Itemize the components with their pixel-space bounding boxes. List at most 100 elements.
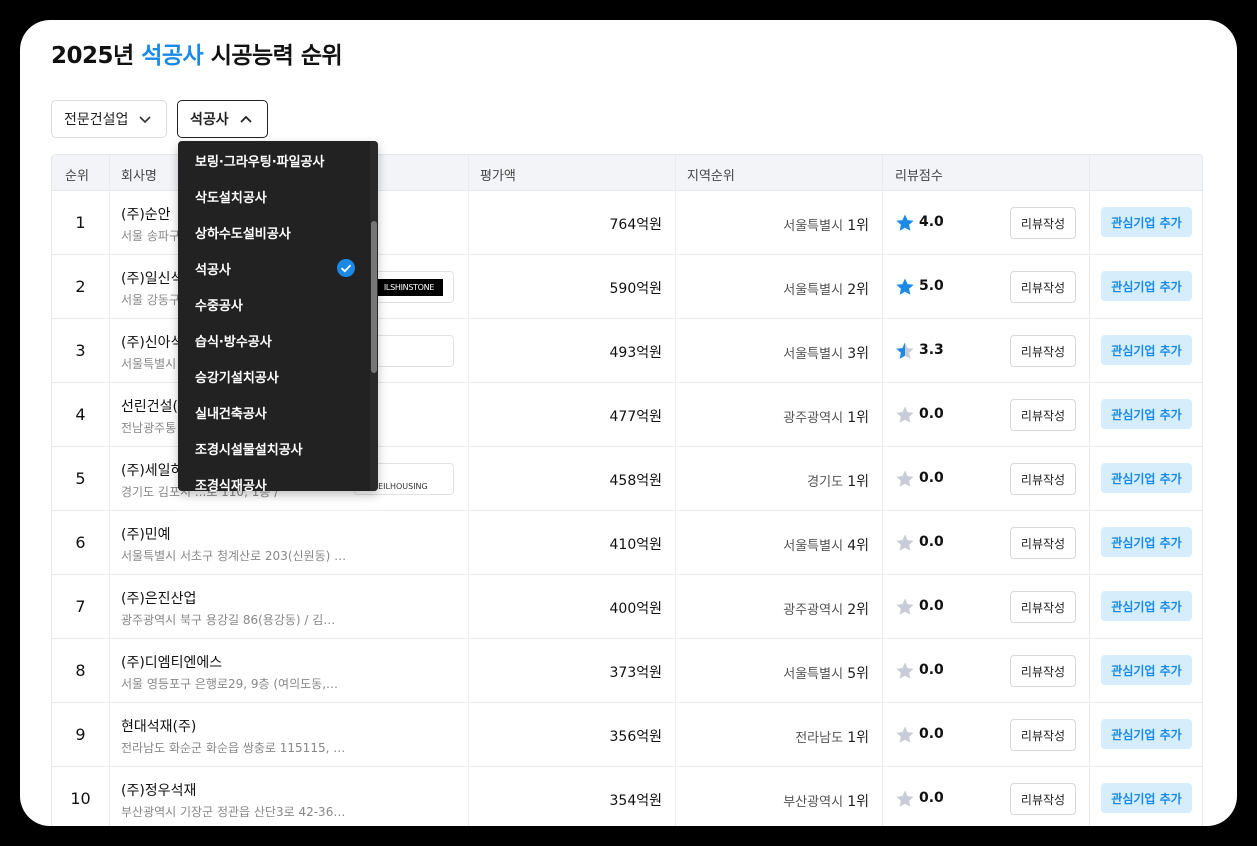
add-favorite-button[interactable]: 관심기업 추가	[1101, 527, 1192, 557]
region-name: 서울특별시	[783, 347, 844, 362]
column-divider	[1089, 155, 1090, 826]
dropdown-option-label: 상하수도설비공사	[195, 226, 291, 242]
evaluation-amount: 458억원	[609, 473, 662, 489]
rank-number: 3	[75, 341, 86, 360]
dropdown-option[interactable]: 수중공사	[178, 286, 368, 322]
logo-text: ILSHINSTONE	[375, 279, 443, 296]
header-amount: 평가액	[480, 169, 516, 184]
add-favorite-button[interactable]: 관심기업 추가	[1101, 655, 1192, 685]
evaluation-amount: 356억원	[609, 729, 662, 745]
dropdown-option-label: 삭도설치공사	[195, 190, 267, 206]
header-region-rank: 지역순위	[687, 169, 735, 184]
company-address: 서울특별시 서초구 청계산로 203(신원동) …	[121, 549, 347, 563]
region-rank: 서울특별시 5위	[783, 663, 869, 683]
table-row[interactable]: 7 (주)은진산업 광주광역시 북구 용강길 86(용강동) / 김… 400억…	[52, 575, 1202, 639]
dropdown-option[interactable]: 보링·그라우팅·파일공사	[178, 142, 368, 178]
review-score: 0.0	[919, 790, 944, 806]
write-review-button[interactable]: 리뷰작성	[1010, 527, 1076, 559]
app-window: 2025년 석공사 시공능력 순위 전문건설업 석공사 순위 회사명 평가액 지…	[20, 20, 1237, 826]
company-name[interactable]: (주)일신석	[121, 268, 183, 288]
add-favorite-button[interactable]: 관심기업 추가	[1101, 399, 1192, 429]
company-address: 전라남도 화순군 화순읍 쌍충로 115115, …	[121, 741, 346, 755]
company-name[interactable]: 선린건설(	[121, 396, 178, 416]
write-review-button[interactable]: 리뷰작성	[1010, 463, 1076, 495]
company-name[interactable]: (주)디엠티엔에스	[121, 652, 222, 672]
rank-number: 4	[75, 405, 86, 424]
write-review-button[interactable]: 리뷰작성	[1010, 783, 1076, 815]
dropdown-scrollbar[interactable]	[370, 141, 378, 491]
company-name[interactable]: (주)민예	[121, 524, 171, 544]
region-rank-value: 1위	[847, 410, 869, 426]
star-icon	[896, 470, 914, 487]
company-name[interactable]: (주)신아석	[121, 332, 183, 352]
review-score: 3.3	[919, 342, 944, 358]
dropdown-option[interactable]: 조경식재공사	[178, 466, 368, 492]
star-icon	[896, 278, 914, 295]
dropdown-option[interactable]: 승강기설치공사	[178, 358, 368, 394]
add-favorite-button[interactable]: 관심기업 추가	[1101, 591, 1192, 621]
industry-filter-dropdown[interactable]: 전문건설업	[51, 100, 167, 138]
write-review-button[interactable]: 리뷰작성	[1010, 399, 1076, 431]
dropdown-scroll-thumb[interactable]	[371, 221, 377, 373]
table-row[interactable]: 6 (주)민예 서울특별시 서초구 청계산로 203(신원동) … 410억원 …	[52, 511, 1202, 575]
write-review-button[interactable]: 리뷰작성	[1010, 335, 1076, 367]
region-name: 광주광역시	[783, 411, 844, 426]
rank-number: 6	[75, 533, 86, 552]
dropdown-option-label: 보링·그라우팅·파일공사	[195, 154, 325, 170]
dropdown-option[interactable]: 석공사	[178, 250, 368, 286]
title-suffix: 시공능력 순위	[210, 43, 343, 69]
region-rank-value: 2위	[847, 602, 869, 618]
table-row[interactable]: 9 현대석재(주) 전라남도 화순군 화순읍 쌍충로 115115, … 356…	[52, 703, 1202, 767]
add-favorite-button[interactable]: 관심기업 추가	[1101, 719, 1192, 749]
region-rank-value: 3위	[847, 346, 869, 362]
dropdown-option[interactable]: 상하수도설비공사	[178, 214, 368, 250]
dropdown-option[interactable]: 조경시설물설치공사	[178, 430, 368, 466]
add-favorite-button[interactable]: 관심기업 추가	[1101, 207, 1192, 237]
region-rank: 부산광역시 1위	[783, 791, 869, 811]
rank-number: 9	[75, 725, 86, 744]
evaluation-amount: 410억원	[609, 537, 662, 553]
company-name[interactable]: (주)순안	[121, 204, 171, 224]
rank-number: 7	[75, 597, 86, 616]
company-name[interactable]: (주)은진산업	[121, 588, 196, 608]
dropdown-option-label: 수중공사	[195, 298, 243, 314]
region-name: 부산광역시	[783, 795, 844, 810]
write-review-button[interactable]: 리뷰작성	[1010, 591, 1076, 623]
dropdown-option[interactable]: 실내건축공사	[178, 394, 368, 430]
evaluation-amount: 493억원	[609, 345, 662, 361]
dropdown-option-label: 승강기설치공사	[195, 370, 279, 386]
dropdown-option[interactable]: 습식·방수공사	[178, 322, 368, 358]
add-favorite-button[interactable]: 관심기업 추가	[1101, 783, 1192, 813]
write-review-button[interactable]: 리뷰작성	[1010, 655, 1076, 687]
region-rank-value: 2위	[847, 282, 869, 298]
header-rank: 순위	[65, 169, 89, 184]
add-favorite-button[interactable]: 관심기업 추가	[1101, 271, 1192, 301]
review-score: 0.0	[919, 726, 944, 742]
company-name[interactable]: (주)세일하	[121, 460, 183, 480]
trade-dropdown-menu: 보링·그라우팅·파일공사삭도설치공사상하수도설비공사석공사 수중공사습식·방수공…	[178, 141, 378, 491]
add-favorite-button[interactable]: 관심기업 추가	[1101, 463, 1192, 493]
add-favorite-button[interactable]: 관심기업 추가	[1101, 335, 1192, 365]
dropdown-option[interactable]: 삭도설치공사	[178, 178, 368, 214]
region-rank: 서울특별시 1위	[783, 215, 869, 235]
rank-number: 10	[70, 789, 91, 808]
dropdown-option-label: 습식·방수공사	[195, 334, 272, 350]
column-divider	[109, 155, 110, 826]
write-review-button[interactable]: 리뷰작성	[1010, 271, 1076, 303]
company-name[interactable]: 현대석재(주)	[121, 716, 196, 736]
region-name: 서울특별시	[783, 283, 844, 298]
write-review-button[interactable]: 리뷰작성	[1010, 719, 1076, 751]
region-rank: 서울특별시 4위	[783, 535, 869, 555]
evaluation-amount: 477억원	[609, 409, 662, 425]
check-circle-icon	[337, 259, 355, 277]
write-review-button[interactable]: 리뷰작성	[1010, 207, 1076, 239]
trade-filter-dropdown[interactable]: 석공사	[177, 100, 268, 138]
company-address: 부산광역시 기장군 정관읍 산단3로 42-36…	[121, 805, 346, 819]
column-divider	[675, 155, 676, 826]
star-icon	[896, 214, 914, 231]
region-rank-value: 1위	[847, 218, 869, 234]
company-name[interactable]: (주)정우석재	[121, 780, 196, 800]
company-address: 서울 강동구	[121, 293, 181, 307]
table-row[interactable]: 8 (주)디엠티엔에스 서울 영등포구 은행로29, 9층 (여의도동,… 37…	[52, 639, 1202, 703]
table-row[interactable]: 10 (주)정우석재 부산광역시 기장군 정관읍 산단3로 42-36… 354…	[52, 767, 1202, 826]
